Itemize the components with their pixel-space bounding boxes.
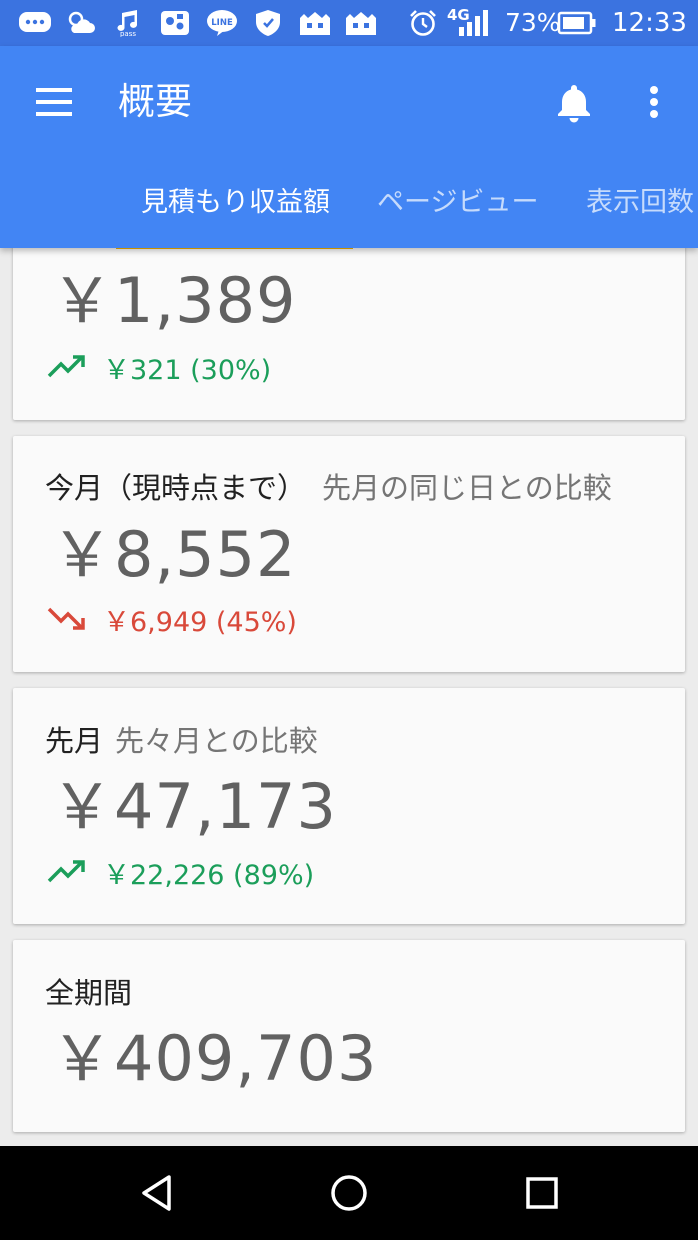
card-change: ￥6,949 (45%) <box>47 599 297 639</box>
battery-percent: 73% <box>505 8 561 37</box>
summary-card-last-month[interactable]: 先月 先々月との比較 ￥47,173 ￥22,226 (89%) <box>13 688 685 924</box>
card-amount: ￥47,173 <box>51 770 337 843</box>
card-amount: ￥1,389 <box>51 264 297 337</box>
svg-text:pass: pass <box>120 30 136 37</box>
bell-icon <box>558 85 590 123</box>
card-title: 全期間 <box>45 976 133 1010</box>
tab-page-views[interactable]: ページビュー <box>377 178 538 228</box>
castle-icon <box>344 9 378 37</box>
signal-icon <box>456 9 490 37</box>
menu-button[interactable] <box>26 78 82 126</box>
back-icon <box>142 1175 171 1211</box>
change-value: ￥321 (30%) <box>103 354 272 386</box>
clock: 12:33 <box>612 8 687 38</box>
tab-estimated-earnings[interactable]: 見積もり収益額 <box>141 178 330 228</box>
card-title-main: 先月 <box>45 724 104 758</box>
card-title: 先月 先々月との比較 <box>45 721 318 761</box>
shield-icon <box>252 9 284 37</box>
trending-up-icon <box>47 860 85 883</box>
svg-text:LINE: LINE <box>211 18 233 28</box>
card-title: 今月（現時点まで） 先月の同じ日との比較 <box>45 468 612 508</box>
back-button[interactable] <box>131 1168 181 1218</box>
card-change: ￥22,226 (89%) <box>47 852 314 892</box>
alarm-icon <box>407 9 439 37</box>
castle-icon <box>298 9 332 37</box>
app-bar: 概要 見積もり収益額 ページビュー 表示回数 <box>0 46 698 248</box>
status-bar: pass LINE 4G 73% 12:33 <box>0 0 698 46</box>
game-icon <box>158 9 192 37</box>
summary-card-all-time[interactable]: 全期間 ￥409,703 <box>13 940 685 1132</box>
card-comparison-label: 先月の同じ日との比較 <box>322 471 612 505</box>
page-title: 概要 <box>118 80 192 123</box>
change-value: ￥6,949 (45%) <box>103 606 297 638</box>
more-options-button[interactable] <box>632 74 676 130</box>
change-value: ￥22,226 (89%) <box>103 859 315 891</box>
trending-down-icon <box>47 607 85 630</box>
card-title-main: 今月（現時点まで） <box>45 471 307 505</box>
battery-icon <box>557 9 597 37</box>
music-pass-icon: pass <box>112 9 144 37</box>
tab-impressions[interactable]: 表示回数 <box>586 178 694 228</box>
card-amount: ￥8,552 <box>51 518 297 591</box>
recents-button[interactable] <box>517 1168 567 1218</box>
home-icon <box>331 1175 367 1211</box>
home-button[interactable] <box>324 1168 374 1218</box>
weather-icon <box>64 9 98 37</box>
card-change: ￥321 (30%) <box>47 347 271 387</box>
notifications-button[interactable] <box>550 74 598 130</box>
trending-up-icon <box>47 355 85 378</box>
recents-icon <box>526 1177 558 1209</box>
line-icon: LINE <box>205 9 239 37</box>
summary-card-this-month[interactable]: 今月（現時点まで） 先月の同じ日との比較 ￥8,552 ￥6,949 (45%) <box>13 436 685 672</box>
card-comparison-label: 先々月との比較 <box>115 724 318 758</box>
chat-icon <box>18 9 52 37</box>
system-nav-bar <box>0 1146 698 1240</box>
card-amount: ￥409,703 <box>51 1022 378 1095</box>
